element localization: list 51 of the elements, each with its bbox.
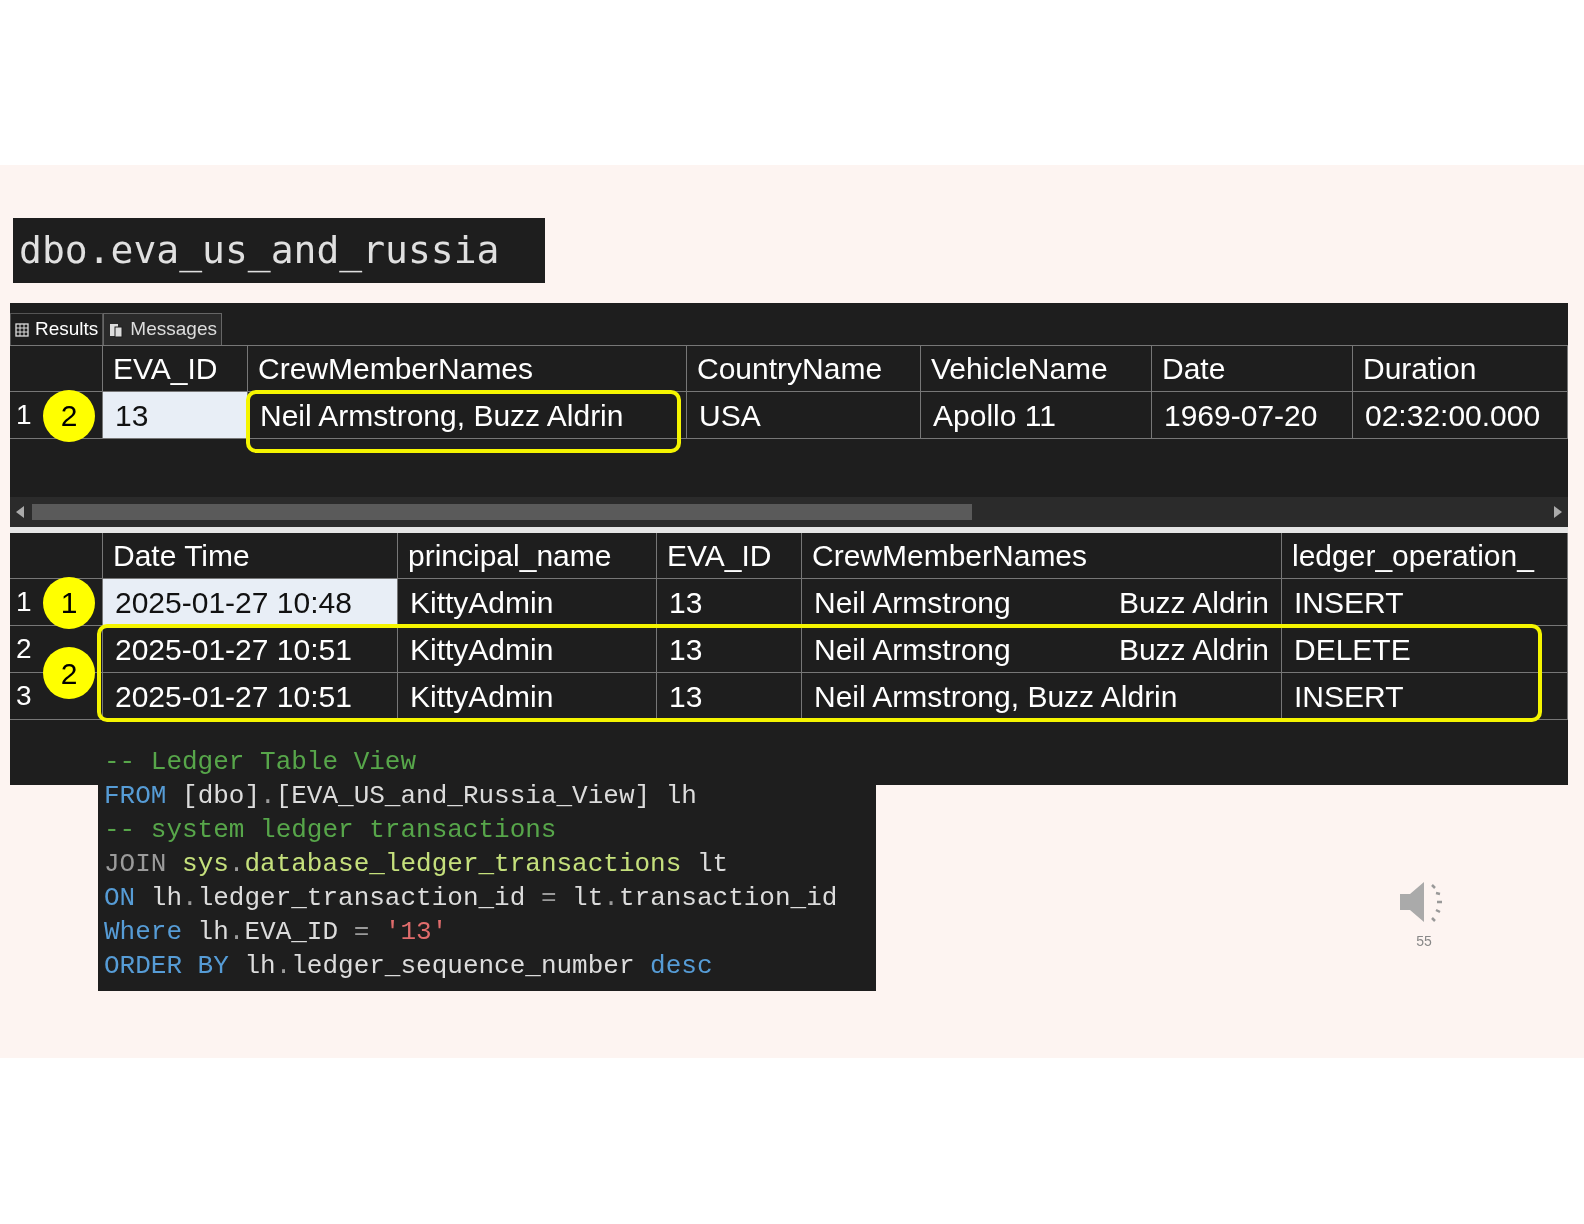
table-cell: 13: [657, 673, 802, 720]
results-tab[interactable]: Results: [10, 313, 104, 345]
table-cell: 02:32:00.000: [1353, 392, 1568, 439]
callout-badge: 2: [43, 389, 95, 442]
code-line: ORDER BY lh.ledger_sequence_number desc: [104, 950, 714, 983]
table-cell: KittyAdmin: [398, 626, 657, 673]
code-line: FROM [dbo].[EVA_US_and_Russia_View] lh: [104, 780, 698, 813]
code-line: JOIN sys.database_ledger_transactions lt: [104, 848, 730, 881]
table-cell: Neil Armstrong, Buzz Aldrin: [802, 673, 1282, 720]
slide-number: 55: [1416, 932, 1432, 951]
table-cell: DELETE: [1282, 626, 1568, 673]
table-cell: KittyAdmin: [398, 673, 657, 720]
table-cell: 13: [103, 392, 248, 439]
table-cell: Apollo 11: [921, 392, 1152, 439]
column-header[interactable]: principal_name: [398, 533, 657, 579]
scroll-right-icon[interactable]: [1552, 505, 1564, 519]
column-header[interactable]: Duration: [1353, 346, 1568, 392]
table-title: dbo.eva_us_and_russia: [19, 227, 500, 275]
column-header[interactable]: VehicleName: [921, 346, 1152, 392]
code-line: ON lh.ledger_transaction_id = lt.transaction_id: [104, 882, 839, 915]
grid-icon: [15, 322, 29, 337]
column-header[interactable]: CrewMemberNames: [248, 346, 687, 392]
column-header[interactable]: Date: [1152, 346, 1353, 392]
code-line: Where lh.EVA_ID = '13': [104, 916, 449, 949]
column-header[interactable]: EVA_ID: [657, 533, 802, 579]
column-header[interactable]: CountryName: [687, 346, 921, 392]
cell-text: Buzz Aldrin: [1118, 631, 1269, 668]
column-header[interactable]: ledger_operation_: [1282, 533, 1568, 579]
results-tab[interactable]: Messages: [103, 313, 222, 345]
cell-text: Neil Armstrong: [814, 631, 1011, 668]
scroll-left-icon[interactable]: [14, 505, 26, 519]
cell-text: Neil Armstrong: [814, 584, 1011, 621]
table-cell: KittyAdmin: [398, 579, 657, 626]
table-cell: 2025-01-27 10:48: [103, 579, 398, 626]
table-cell: 1969-07-20: [1152, 392, 1353, 439]
table-cell: 2025-01-27 10:51: [103, 673, 398, 720]
table-cell: 13: [657, 626, 802, 673]
table-cell: 2025-01-27 10:51: [103, 626, 398, 673]
document-icon: [108, 321, 125, 338]
callout-badge: 1: [43, 576, 95, 629]
table-cell: 13: [657, 579, 802, 626]
code-line: -- Ledger Table View: [104, 746, 418, 779]
horizontal-scrollbar[interactable]: [10, 497, 1568, 527]
cell-text: Buzz Aldrin: [1118, 584, 1269, 621]
code-line: -- system ledger transactions: [104, 814, 558, 847]
table-cell: INSERT: [1282, 673, 1568, 720]
table-cell: USA: [687, 392, 921, 439]
callout-badge: 2: [43, 647, 95, 699]
table-cell: Neil Armstrong, Buzz Aldrin: [248, 392, 687, 439]
column-header[interactable]: CrewMemberNames: [802, 533, 1282, 579]
table-cell: INSERT: [1282, 579, 1568, 626]
